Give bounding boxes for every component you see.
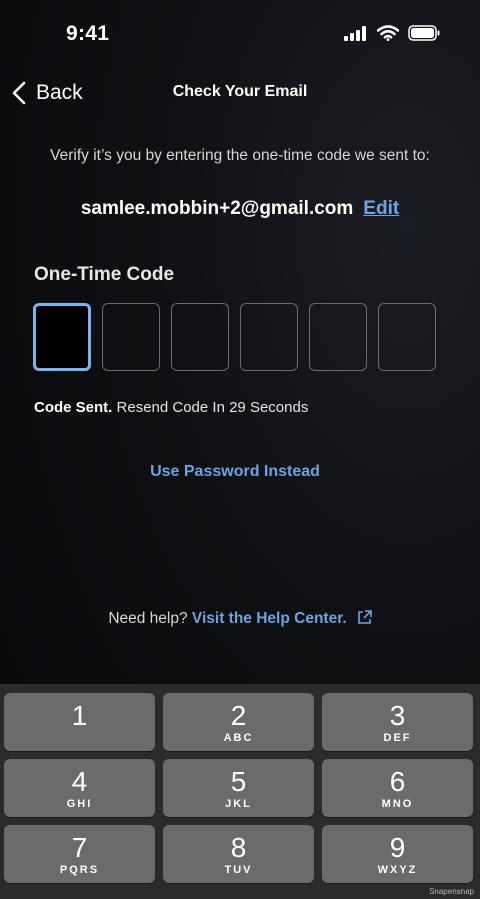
cellular-signal-icon [344, 25, 366, 41]
email-row: samlee.mobbin+2@gmail.com Edit [0, 198, 480, 220]
key-6-letters: MNO [381, 798, 414, 810]
code-input-group [33, 303, 436, 371]
key-4[interactable]: 4 GHI [4, 759, 155, 817]
code-digit-3[interactable] [171, 303, 229, 371]
code-sent-label: Code Sent. [34, 399, 113, 416]
help-center-link-label: Visit the Help Center. [191, 610, 347, 627]
code-digit-6[interactable] [378, 303, 436, 371]
key-3[interactable]: 3 DEF [322, 693, 473, 751]
external-link-icon [357, 610, 372, 624]
key-6-number: 6 [389, 766, 406, 797]
status-time: 9:41 [66, 22, 110, 45]
screen: 9:41 Back Check Your Email Verify it’s y… [0, 0, 480, 899]
key-8[interactable]: 8 TUV [163, 825, 314, 883]
key-8-letters: TUV [224, 864, 253, 876]
key-1[interactable]: 1 [4, 693, 155, 751]
numeric-keypad: 1 2 ABC 3 DEF 4 GHI 5 JKL 6 MNO 7 PQRS 8 [0, 684, 480, 899]
instruction-text: Verify it’s you by entering the one-time… [50, 147, 430, 164]
key-6[interactable]: 6 MNO [322, 759, 473, 817]
key-3-letters: DEF [383, 732, 412, 744]
key-5[interactable]: 5 JKL [163, 759, 314, 817]
key-8-number: 8 [230, 832, 247, 863]
code-label: One-Time Code [34, 264, 175, 285]
code-digit-2[interactable] [102, 303, 160, 371]
key-5-letters: JKL [225, 798, 252, 810]
key-7-letters: PQRS [59, 864, 100, 876]
key-9-number: 9 [389, 832, 406, 863]
key-7[interactable]: 7 PQRS [4, 825, 155, 883]
code-digit-4[interactable] [240, 303, 298, 371]
status-icons [344, 25, 440, 41]
key-5-number: 5 [230, 766, 247, 797]
help-center-link[interactable]: Visit the Help Center. [192, 610, 372, 627]
page-title: Check Your Email [172, 83, 308, 100]
key-4-number: 4 [71, 766, 88, 797]
key-3-number: 3 [389, 700, 406, 731]
watermark: Snapensnap [429, 887, 474, 896]
email-address: samlee.mobbin+2@gmail.com [80, 198, 354, 219]
help-row: Need help? Visit the Help Center. [0, 610, 480, 628]
code-digit-5[interactable] [309, 303, 367, 371]
key-2-number: 2 [230, 700, 247, 731]
key-9[interactable]: 9 WXYZ [322, 825, 473, 883]
key-2[interactable]: 2 ABC [163, 693, 314, 751]
key-9-letters: WXYZ [377, 864, 418, 876]
edit-email-link[interactable]: Edit [363, 198, 399, 219]
wifi-icon [377, 25, 399, 41]
key-1-number: 1 [71, 700, 88, 731]
battery-icon [408, 25, 440, 41]
key-7-number: 7 [71, 832, 88, 863]
resend-countdown: Resend Code In 29 Seconds [116, 399, 309, 416]
code-digit-1[interactable] [33, 303, 91, 371]
resend-status: Code Sent. Resend Code In 29 Seconds [34, 399, 308, 416]
use-password-button[interactable]: Use Password Instead [0, 463, 470, 481]
help-prompt: Need help? [108, 610, 188, 627]
key-2-letters: ABC [223, 732, 254, 744]
key-4-letters: GHI [66, 798, 93, 810]
